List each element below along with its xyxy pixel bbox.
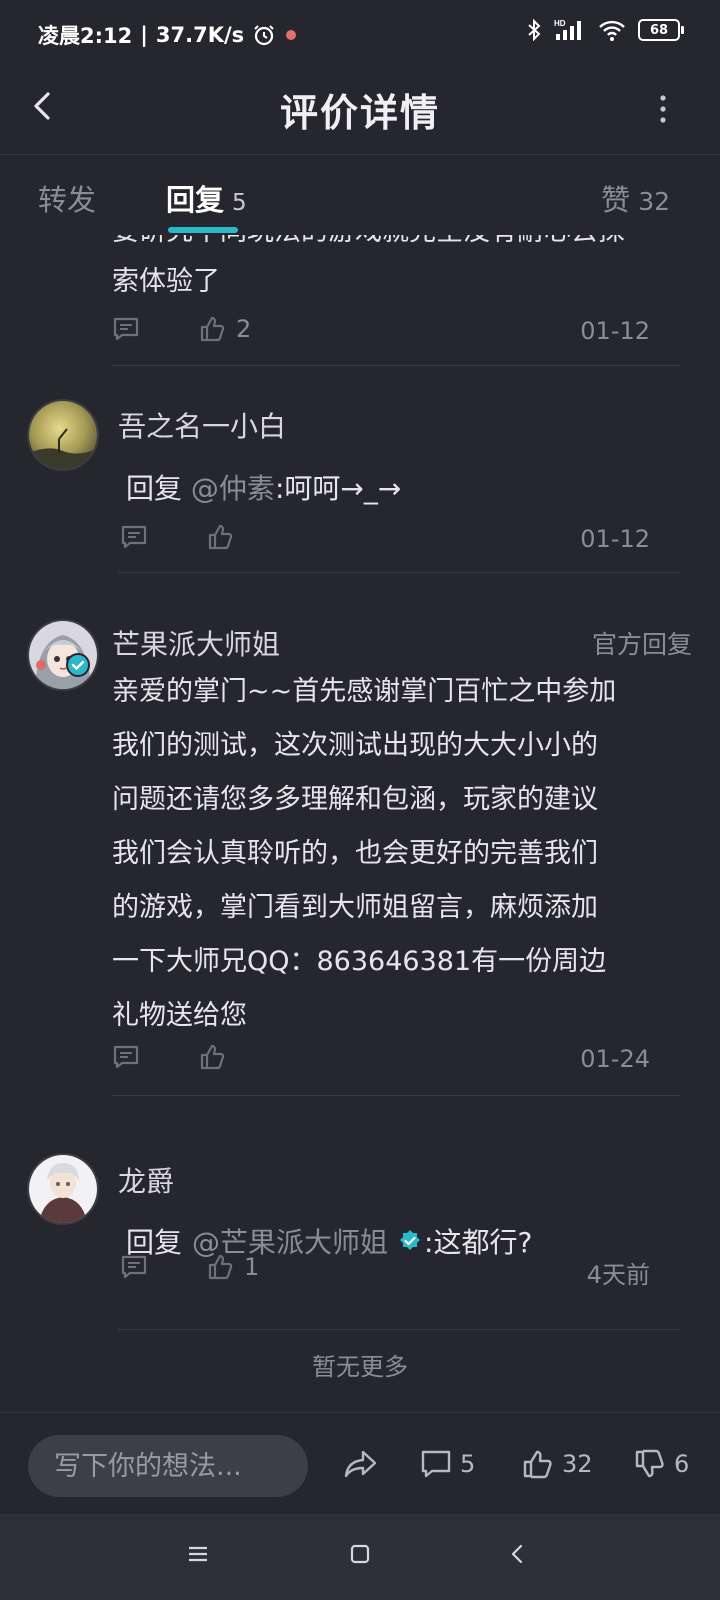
status-bar: 凌晨2:12 | 37.7K/s HD 68	[0, 0, 720, 70]
bluetooth-icon	[528, 18, 541, 42]
comment-input[interactable]	[28, 1435, 308, 1497]
tab-like[interactable]: 赞 32	[601, 177, 670, 219]
verified-badge-icon	[400, 1230, 421, 1250]
like-count: 2	[236, 315, 252, 343]
tab-like-label: 赞	[601, 183, 631, 217]
network-speed: 37.7K/s	[155, 23, 245, 47]
status-left: 凌晨2:12 | 37.7K/s	[38, 20, 298, 50]
tab-forward[interactable]: 转发	[38, 177, 96, 219]
tab-reply-count: 5	[232, 190, 247, 216]
system-navigation-bar	[0, 1514, 720, 1600]
back-chevron-icon	[511, 1544, 523, 1564]
menu-icon	[189, 1546, 207, 1562]
like-button[interactable]: 32	[522, 1449, 593, 1479]
reply-content: 回复 @芒果派大师姐 :这都行?	[126, 1221, 532, 1261]
status-time: 凌晨2:12	[38, 24, 133, 48]
signal-icon: HD	[554, 19, 581, 40]
username[interactable]: 吾之名一小白	[118, 405, 286, 445]
reply-button[interactable]	[112, 1043, 140, 1071]
reply-content: 亲爱的掌门~~首先感谢掌门百忙之中参加 我们的测试，这次测试出现的大大小小的 问…	[112, 676, 617, 1031]
tab-reply[interactable]: 回复 5	[166, 177, 247, 219]
reply-button[interactable]	[112, 315, 140, 343]
like-button[interactable]: 1	[206, 1253, 259, 1281]
landscape-avatar-image	[29, 401, 97, 469]
tab-bar: 转发 回复 5 赞 32	[0, 155, 720, 235]
comment-icon	[121, 1255, 147, 1279]
reply-prefix: 回复	[126, 472, 183, 505]
home-square-icon	[350, 1544, 370, 1564]
no-more-label: 暂无更多	[312, 1353, 408, 1381]
back-nav-button[interactable]	[506, 1542, 530, 1570]
comment-date: 01-24	[580, 1045, 650, 1073]
dislike-count: 6	[674, 1450, 690, 1478]
wifi-icon	[599, 20, 625, 41]
partial-comment-text: 要研究不同玩法的游戏就完全没有耐心去探 索体验了	[112, 235, 692, 307]
like-button[interactable]	[206, 523, 244, 551]
like-count: 32	[562, 1450, 593, 1478]
reply-feed: 要研究不同玩法的游戏就完全没有耐心去探 索体验了 2 01-12	[0, 235, 720, 1412]
thumbs-up-icon	[523, 1450, 552, 1479]
avatar[interactable]	[27, 399, 99, 471]
thumbs-down-icon	[635, 1449, 664, 1478]
more-options-button[interactable]	[656, 90, 670, 130]
comment-icon	[113, 317, 139, 341]
reply-text: :呵呵→_→	[274, 472, 402, 505]
divider	[112, 1095, 680, 1096]
svg-text:HD: HD	[554, 19, 566, 28]
status-right: HD 68	[526, 18, 684, 42]
mention-link[interactable]: @仲素	[191, 472, 275, 505]
white-hair-avatar-image	[29, 1155, 97, 1223]
thumbs-up-icon	[208, 524, 233, 550]
reply-button[interactable]	[120, 1253, 148, 1281]
thumbs-up-icon	[200, 1044, 225, 1070]
tab-forward-label: 转发	[38, 183, 97, 217]
partial-comment-cut-line: 要研究不同玩法的游戏就完全没有耐心去探	[112, 235, 692, 257]
verified-badge-icon	[66, 653, 90, 677]
bottom-action-bar: 5 32 6	[0, 1412, 720, 1515]
like-count: 1	[244, 1253, 260, 1281]
alarm-icon	[254, 25, 274, 46]
divider	[118, 572, 680, 573]
comment-icon	[113, 1045, 139, 1069]
comment-icon	[421, 1450, 451, 1478]
thumbs-up-icon	[200, 316, 225, 342]
divider	[118, 1329, 680, 1330]
reply-button[interactable]	[120, 523, 148, 551]
avatar[interactable]	[27, 1153, 99, 1225]
dislike-button[interactable]: 6	[634, 1449, 689, 1479]
share-button[interactable]	[344, 1449, 378, 1479]
more-vertical-icon	[660, 95, 666, 123]
divider	[112, 365, 680, 366]
like-button[interactable]: 2	[198, 315, 251, 343]
notification-icon	[286, 30, 297, 40]
comment-icon	[121, 525, 147, 549]
reply-content: 回复 @仲素:呵呵→_→	[126, 467, 401, 507]
reply-text: :这都行?	[424, 1226, 533, 1259]
comment-date: 01-12	[580, 317, 650, 345]
tab-like-count: 32	[638, 187, 670, 216]
comment-date: 4天前	[586, 1261, 650, 1289]
tab-reply-label: 回复	[166, 183, 225, 217]
comment-button[interactable]: 5	[420, 1449, 475, 1479]
share-icon	[344, 1450, 377, 1478]
comment-count: 5	[460, 1450, 476, 1478]
home-nav-button[interactable]	[348, 1542, 372, 1570]
app-header: 评价详情	[0, 70, 720, 155]
menu-nav-button[interactable]	[186, 1542, 210, 1570]
partial-comment-last-line: 索体验了	[112, 266, 220, 297]
username[interactable]: 龙爵	[118, 1160, 174, 1200]
battery-level: 68	[649, 22, 669, 38]
thumbs-up-icon	[208, 1254, 233, 1280]
battery-indicator: 68	[638, 19, 684, 41]
active-tab-indicator	[168, 227, 238, 233]
comment-date: 01-12	[580, 525, 650, 553]
page-title: 评价详情	[279, 91, 440, 135]
like-button[interactable]	[198, 1043, 236, 1071]
official-reply-tag: 官方回复	[591, 630, 692, 659]
username[interactable]: 芒果派大师姐	[112, 623, 280, 663]
